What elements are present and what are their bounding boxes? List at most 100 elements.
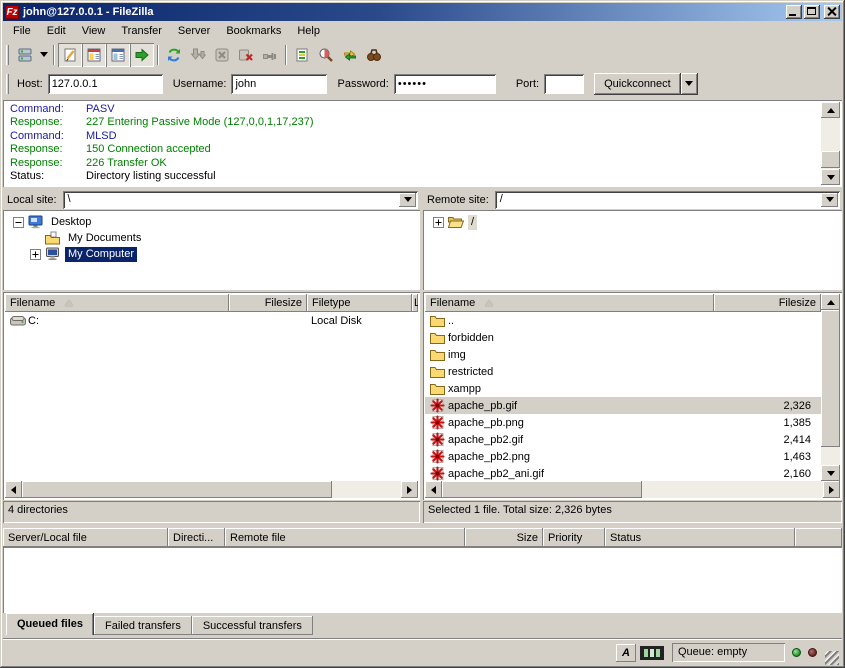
tree-item-my-computer[interactable]: My Computer: [3, 246, 420, 262]
toggle-local-tree-button[interactable]: [82, 43, 106, 67]
quickconnect-button[interactable]: Quickconnect: [594, 73, 681, 95]
column-header-server-local-file[interactable]: Server/Local file: [3, 528, 168, 547]
remote-horizontal-scrollbar[interactable]: [425, 481, 840, 498]
menu-transfer[interactable]: Transfer: [113, 22, 170, 40]
scroll-track[interactable]: [332, 481, 401, 498]
reconnect-button[interactable]: [258, 43, 282, 67]
site-manager-button[interactable]: [13, 43, 37, 67]
password-input[interactable]: [394, 74, 496, 94]
tab-failed-transfers[interactable]: Failed transfers: [94, 616, 192, 635]
tab-successful-transfers[interactable]: Successful transfers: [192, 616, 313, 635]
file-row[interactable]: xampp: [425, 380, 821, 397]
file-row[interactable]: apache_pb2_ani.gif 2,160: [425, 465, 821, 481]
tree-item-my-documents[interactable]: My Documents: [3, 230, 420, 246]
find-files-button[interactable]: [362, 43, 386, 67]
quickconnect-dropdown-button[interactable]: [681, 73, 698, 95]
toggle-remote-tree-button[interactable]: [106, 43, 130, 67]
file-row[interactable]: apache_pb2.png 1,463: [425, 448, 821, 465]
refresh-button[interactable]: [162, 43, 186, 67]
column-header-direction[interactable]: Directi...: [168, 528, 225, 547]
menu-edit[interactable]: Edit: [39, 22, 74, 40]
scroll-thumb[interactable]: [22, 481, 332, 498]
column-header-status[interactable]: Status: [605, 528, 795, 547]
close-icon: [827, 7, 836, 16]
menu-server[interactable]: Server: [170, 22, 218, 40]
remote-site-dropdown-button[interactable]: [821, 193, 838, 207]
column-header-size[interactable]: Size: [465, 528, 543, 547]
file-row[interactable]: apache_pb.png 1,385: [425, 414, 821, 431]
column-header-filetype[interactable]: Filetype: [307, 294, 412, 312]
disconnect-button[interactable]: [234, 43, 258, 67]
log-line: Response:226 Transfer OK: [6, 157, 821, 170]
expand-icon[interactable]: [30, 249, 41, 260]
scroll-down-button[interactable]: [821, 465, 840, 481]
port-input[interactable]: [544, 74, 584, 94]
log-vertical-scrollbar[interactable]: [821, 102, 840, 185]
column-header-priority[interactable]: Priority: [543, 528, 605, 547]
toggle-message-log-button[interactable]: [58, 43, 82, 67]
local-site-combobox[interactable]: \: [63, 191, 418, 209]
scroll-up-button[interactable]: [821, 294, 840, 310]
remote-site-combobox[interactable]: /: [495, 191, 840, 209]
column-header-filename[interactable]: Filename: [5, 294, 229, 312]
column-header-filesize[interactable]: Filesize: [229, 294, 307, 312]
column-header-remote-file[interactable]: Remote file: [225, 528, 465, 547]
queue-body[interactable]: [3, 547, 842, 613]
tree-item-root[interactable]: /: [423, 214, 842, 230]
local-horizontal-scrollbar[interactable]: [5, 481, 418, 498]
arrow-down-icon: [827, 471, 835, 476]
scroll-left-button[interactable]: [425, 481, 442, 498]
file-row[interactable]: apache_pb2.gif 2,414: [425, 431, 821, 448]
toggle-transfer-queue-button[interactable]: [130, 43, 154, 67]
tab-queued-files[interactable]: Queued files: [6, 613, 94, 635]
local-site-label: Local site:: [3, 194, 63, 206]
scroll-thumb[interactable]: [821, 151, 840, 168]
speed-limit-icon[interactable]: [640, 646, 664, 660]
file-row[interactable]: forbidden: [425, 329, 821, 346]
collapse-icon[interactable]: [13, 217, 24, 228]
scroll-up-button[interactable]: [821, 102, 840, 118]
local-site-dropdown-button[interactable]: [399, 193, 416, 207]
column-header-filename[interactable]: Filename: [425, 294, 714, 312]
scroll-thumb[interactable]: [442, 481, 642, 498]
column-header-filesize[interactable]: Filesize: [714, 294, 821, 312]
scroll-down-button[interactable]: [821, 169, 840, 185]
menu-bookmarks[interactable]: Bookmarks: [218, 22, 289, 40]
file-row-c-drive[interactable]: C: Local Disk: [5, 312, 418, 329]
file-row[interactable]: ..: [425, 312, 821, 329]
process-queue-button[interactable]: [186, 43, 210, 67]
file-name: img: [448, 349, 466, 361]
cancel-button[interactable]: [210, 43, 234, 67]
menu-view[interactable]: View: [74, 22, 114, 40]
host-input[interactable]: [48, 74, 163, 94]
username-input[interactable]: [231, 74, 327, 94]
file-row-selected[interactable]: apache_pb.gif 2,326: [425, 397, 821, 414]
tree-item-desktop[interactable]: Desktop: [3, 214, 420, 230]
data-type-icon[interactable]: A: [616, 644, 636, 662]
close-button[interactable]: [824, 5, 840, 19]
data-type-label: A: [622, 647, 630, 659]
directory-comparison-button[interactable]: [314, 43, 338, 67]
scroll-right-button[interactable]: [401, 481, 418, 498]
scroll-left-button[interactable]: [5, 481, 22, 498]
menu-file[interactable]: File: [5, 22, 39, 40]
scroll-thumb[interactable]: [821, 310, 840, 447]
maximize-button[interactable]: [804, 5, 820, 19]
synchronized-browsing-button[interactable]: [338, 43, 362, 67]
scroll-right-button[interactable]: [823, 481, 840, 498]
site-manager-dropdown-button[interactable]: [37, 43, 50, 67]
minimize-button[interactable]: [786, 5, 802, 19]
directory-listing-filters-button[interactable]: [290, 43, 314, 67]
expand-icon[interactable]: [433, 217, 444, 228]
log-line: Status:Directory listing successful: [6, 170, 821, 183]
file-row[interactable]: restricted: [425, 363, 821, 380]
menubar: File Edit View Transfer Server Bookmarks…: [3, 21, 842, 41]
file-row[interactable]: img: [425, 346, 821, 363]
resize-grip[interactable]: [825, 651, 839, 665]
menu-help[interactable]: Help: [289, 22, 328, 40]
remote-vertical-scrollbar[interactable]: [821, 294, 840, 481]
column-header-last-modified[interactable]: L: [412, 294, 418, 312]
disconnect-icon: [238, 47, 254, 63]
scroll-track[interactable]: [642, 481, 823, 498]
titlebar: Fz john@127.0.0.1 - FileZilla: [3, 3, 842, 21]
